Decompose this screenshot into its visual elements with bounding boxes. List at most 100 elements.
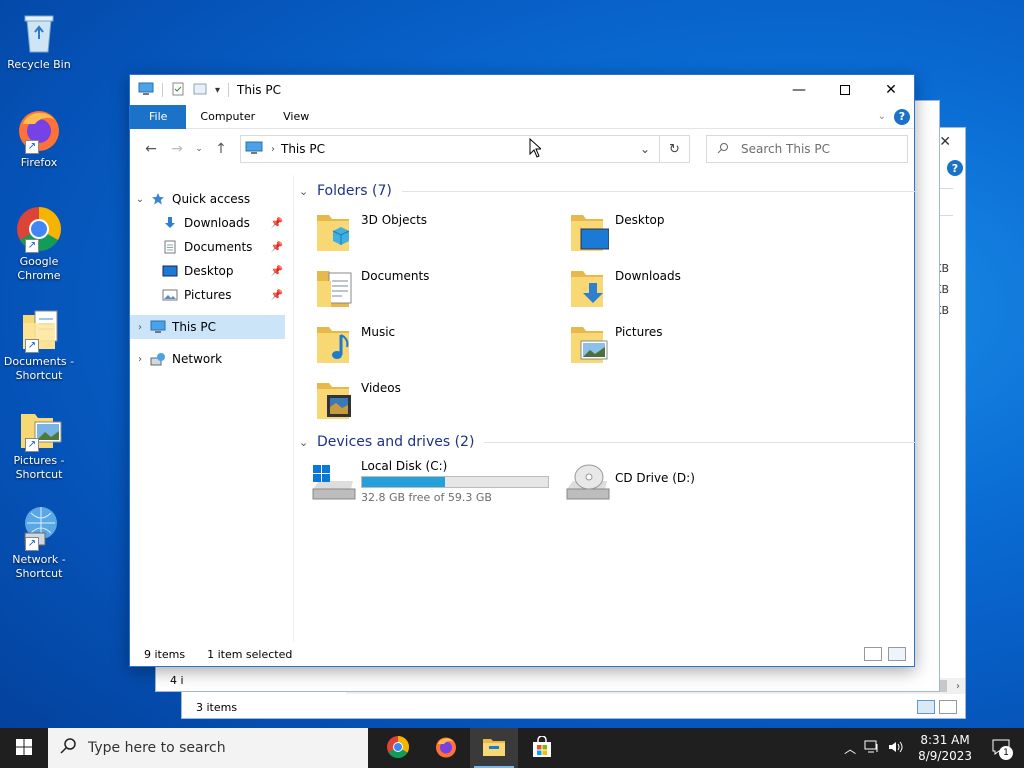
desktop-icon-recycle-bin[interactable]: Recycle Bin <box>2 8 76 72</box>
folder-3d-objects[interactable]: 3D Objects <box>315 209 565 261</box>
title-bar[interactable]: ▾ This PC — ✕ <box>130 75 914 105</box>
action-center-button[interactable]: 1 <box>986 728 1016 768</box>
folder-desktop[interactable]: Desktop <box>569 209 819 261</box>
devices-group-header[interactable]: ⌄ Devices and drives (2) <box>295 432 915 452</box>
status-bar: 9 items 1 item selected <box>130 642 914 666</box>
large-icons-view-button[interactable] <box>939 700 957 714</box>
folders-group-header[interactable]: ⌄ Folders (7) <box>295 181 915 201</box>
chevron-down-icon[interactable]: ⌄ <box>299 185 315 198</box>
nav-item-documents[interactable]: Documents 📌 <box>130 235 293 259</box>
taskbar-search-box[interactable]: Type here to search <box>48 728 368 768</box>
chevron-right-icon[interactable]: › <box>130 354 150 365</box>
desktop-icon <box>162 263 178 279</box>
network-status-icon[interactable] <box>864 740 880 757</box>
details-view-button[interactable] <box>917 700 935 714</box>
taskbar-chrome[interactable] <box>374 728 422 768</box>
help-icon[interactable]: ? <box>894 108 910 125</box>
taskbar-search-placeholder: Type here to search <box>88 740 226 756</box>
customize-toolbar-icon[interactable]: ▾ <box>215 85 220 96</box>
cd-drive-icon <box>563 459 611 503</box>
show-hidden-icons-chevron-icon[interactable]: ︿ <box>844 740 856 757</box>
nav-item-pictures[interactable]: Pictures 📌 <box>130 283 293 307</box>
music-folder-icon <box>315 321 355 365</box>
forward-button[interactable]: → <box>166 138 188 160</box>
new-folder-icon[interactable] <box>193 82 207 99</box>
search-input[interactable] <box>741 142 891 156</box>
close-icon[interactable]: ✕ <box>939 134 951 150</box>
tab-file[interactable]: File <box>130 104 187 129</box>
drive-cd-d[interactable]: CD Drive (D:) <box>563 459 813 503</box>
refresh-button[interactable]: ↻ <box>659 136 689 162</box>
drive-local-disk-c[interactable]: Local Disk (C:) 32.8 GB free of 59.3 GB <box>309 459 559 504</box>
nav-item-label: Network <box>172 352 223 366</box>
tab-computer[interactable]: Computer <box>186 105 269 129</box>
drive-usage-fill <box>362 477 446 487</box>
3d-objects-folder-icon <box>315 209 355 253</box>
documents-folder-icon <box>315 265 355 309</box>
taskbar-firefox[interactable] <box>422 728 470 768</box>
desktop-icon-documents-shortcut[interactable]: ↗ Documents - Shortcut <box>2 305 76 383</box>
system-clock[interactable]: 8:31 AM 8/9/2023 <box>912 732 978 764</box>
group-header-label: Folders (7) <box>317 183 392 199</box>
folder-label: Desktop <box>615 213 665 227</box>
pin-icon[interactable]: 📌 <box>271 218 283 229</box>
properties-icon[interactable] <box>171 82 185 99</box>
folder-documents[interactable]: Documents <box>315 265 565 317</box>
shortcut-arrow-icon: ↗ <box>25 239 39 253</box>
nav-item-label: Quick access <box>172 192 251 206</box>
tab-view[interactable]: View <box>269 105 323 129</box>
chevron-right-icon[interactable]: › <box>130 322 150 333</box>
help-icon[interactable]: ? <box>947 160 963 176</box>
nav-item-label: Downloads <box>184 216 250 230</box>
nav-item-downloads[interactable]: Downloads 📌 <box>130 211 293 235</box>
folder-music[interactable]: Music <box>315 321 565 373</box>
address-bar[interactable]: › This PC ⌄ ↻ <box>240 135 690 163</box>
address-dropdown-button[interactable]: ⌄ <box>631 136 659 162</box>
nav-item-desktop[interactable]: Desktop 📌 <box>130 259 293 283</box>
taskbar-file-explorer[interactable] <box>470 728 518 768</box>
breadcrumb-separator-icon[interactable]: › <box>271 144 275 155</box>
firefox-icon: ↗ <box>15 106 63 154</box>
scroll-right-icon[interactable]: › <box>951 681 965 692</box>
pin-icon[interactable]: 📌 <box>271 242 283 253</box>
folder-downloads[interactable]: Downloads <box>569 265 819 317</box>
this-pc-icon <box>245 141 263 158</box>
large-icons-view-button[interactable] <box>888 647 906 661</box>
folder-videos[interactable]: Videos <box>315 377 565 429</box>
file-explorer-window[interactable]: ▾ This PC — ✕ File Computer View ⌄ ? ← →… <box>129 74 915 667</box>
chrome-icon <box>386 735 410 762</box>
taskbar-microsoft-store[interactable] <box>518 728 566 768</box>
hard-drive-icon <box>309 459 357 503</box>
search-box[interactable] <box>706 135 908 163</box>
desktop-icon-pictures-shortcut[interactable]: ↗ Pictures - Shortcut <box>2 404 76 482</box>
breadcrumb-this-pc[interactable]: This PC <box>281 142 325 156</box>
desktop-icon-label: Google Chrome <box>17 255 61 282</box>
recent-locations-button[interactable]: ⌄ <box>192 138 206 160</box>
maximize-button[interactable] <box>822 75 868 105</box>
this-pc-icon <box>138 82 154 99</box>
desktop-icon-firefox[interactable]: ↗ Firefox <box>2 106 76 170</box>
status-item-count: 4 i <box>170 674 184 687</box>
desktop-icon-label: Pictures - Shortcut <box>13 454 65 481</box>
pin-icon[interactable]: 📌 <box>271 290 283 301</box>
desktop-icon-chrome[interactable]: ↗ Google Chrome <box>2 205 76 283</box>
desktop-icon-network-shortcut[interactable]: ↗ Network - Shortcut <box>2 503 76 581</box>
folder-label: Downloads <box>615 269 681 283</box>
pin-icon[interactable]: 📌 <box>271 266 283 277</box>
close-button[interactable]: ✕ <box>868 75 914 105</box>
nav-item-network[interactable]: › Network <box>130 347 293 371</box>
details-view-button[interactable] <box>864 647 882 661</box>
up-button[interactable]: ↑ <box>210 138 232 160</box>
chevron-down-icon[interactable]: ⌄ <box>130 194 150 205</box>
drive-usage-bar <box>361 476 549 488</box>
expand-ribbon-icon[interactable]: ⌄ <box>878 111 886 122</box>
start-button[interactable] <box>0 728 48 768</box>
volume-icon[interactable] <box>888 740 904 757</box>
folder-pictures[interactable]: Pictures <box>569 321 819 373</box>
minimize-button[interactable]: — <box>776 75 822 105</box>
close-icon: ✕ <box>885 82 897 98</box>
nav-item-this-pc[interactable]: › This PC <box>130 315 285 339</box>
chevron-down-icon[interactable]: ⌄ <box>299 436 315 449</box>
nav-item-quick-access[interactable]: ⌄ Quick access <box>130 187 293 211</box>
back-button[interactable]: ← <box>140 138 162 160</box>
